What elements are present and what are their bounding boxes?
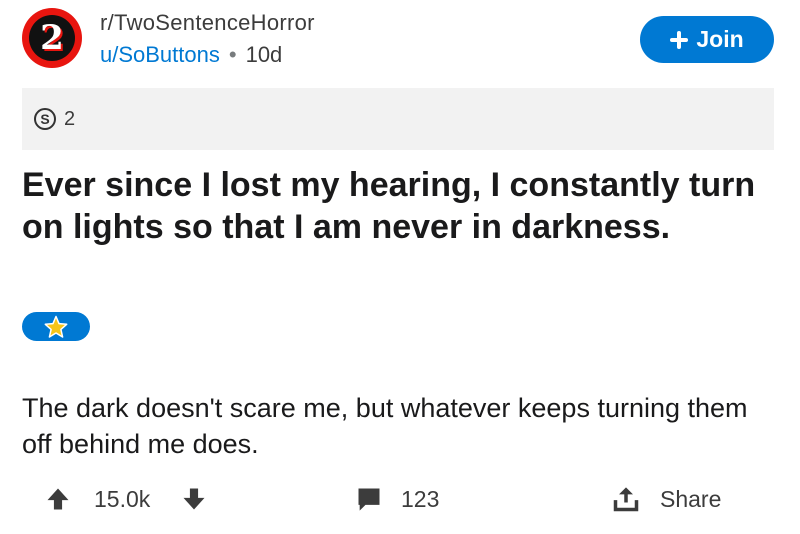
post-body: The dark doesn't scare me, but whatever … bbox=[22, 393, 748, 459]
downvote-button[interactable] bbox=[180, 476, 208, 522]
comment-bubble-icon bbox=[355, 485, 383, 513]
join-button[interactable]: Join bbox=[640, 16, 774, 63]
star-icon bbox=[44, 315, 68, 339]
subreddit-icon-text: 2 bbox=[40, 18, 64, 58]
plus-icon bbox=[670, 30, 689, 49]
share-button[interactable]: Share bbox=[612, 476, 721, 522]
award-coin-icon: S bbox=[34, 108, 56, 130]
upvote-button[interactable] bbox=[44, 476, 72, 522]
flair-badge[interactable] bbox=[22, 312, 90, 341]
award-coin-letter: S bbox=[40, 111, 50, 127]
downvote-arrow-icon bbox=[180, 485, 208, 513]
post-meta: u/SoButtons • 10d bbox=[100, 42, 282, 68]
share-icon bbox=[612, 485, 640, 513]
join-label: Join bbox=[696, 26, 744, 52]
post-title[interactable]: Ever since I lost my hearing, I constant… bbox=[22, 164, 782, 248]
vote-score: 15.0k bbox=[94, 485, 151, 512]
comments-button[interactable]: 123 bbox=[355, 476, 439, 522]
post-age: 10d bbox=[245, 42, 283, 67]
subreddit-name[interactable]: r/TwoSentenceHorror bbox=[100, 10, 315, 36]
award-bar[interactable]: S 2 bbox=[22, 88, 774, 150]
author-link[interactable]: u/SoButtons bbox=[100, 42, 220, 68]
award-count: 2 bbox=[64, 107, 76, 130]
meta-separator: • bbox=[228, 42, 237, 67]
upvote-arrow-icon bbox=[44, 485, 72, 513]
post-header: 2 r/TwoSentenceHorror u/SoButtons • 10d … bbox=[0, 0, 800, 80]
subreddit-icon[interactable]: 2 bbox=[22, 8, 82, 68]
subreddit-icon-inner: 2 bbox=[29, 15, 75, 61]
share-label: Share bbox=[660, 485, 722, 512]
action-bar: 15.0k 123 Share bbox=[0, 476, 800, 522]
comment-count: 123 bbox=[401, 485, 440, 512]
